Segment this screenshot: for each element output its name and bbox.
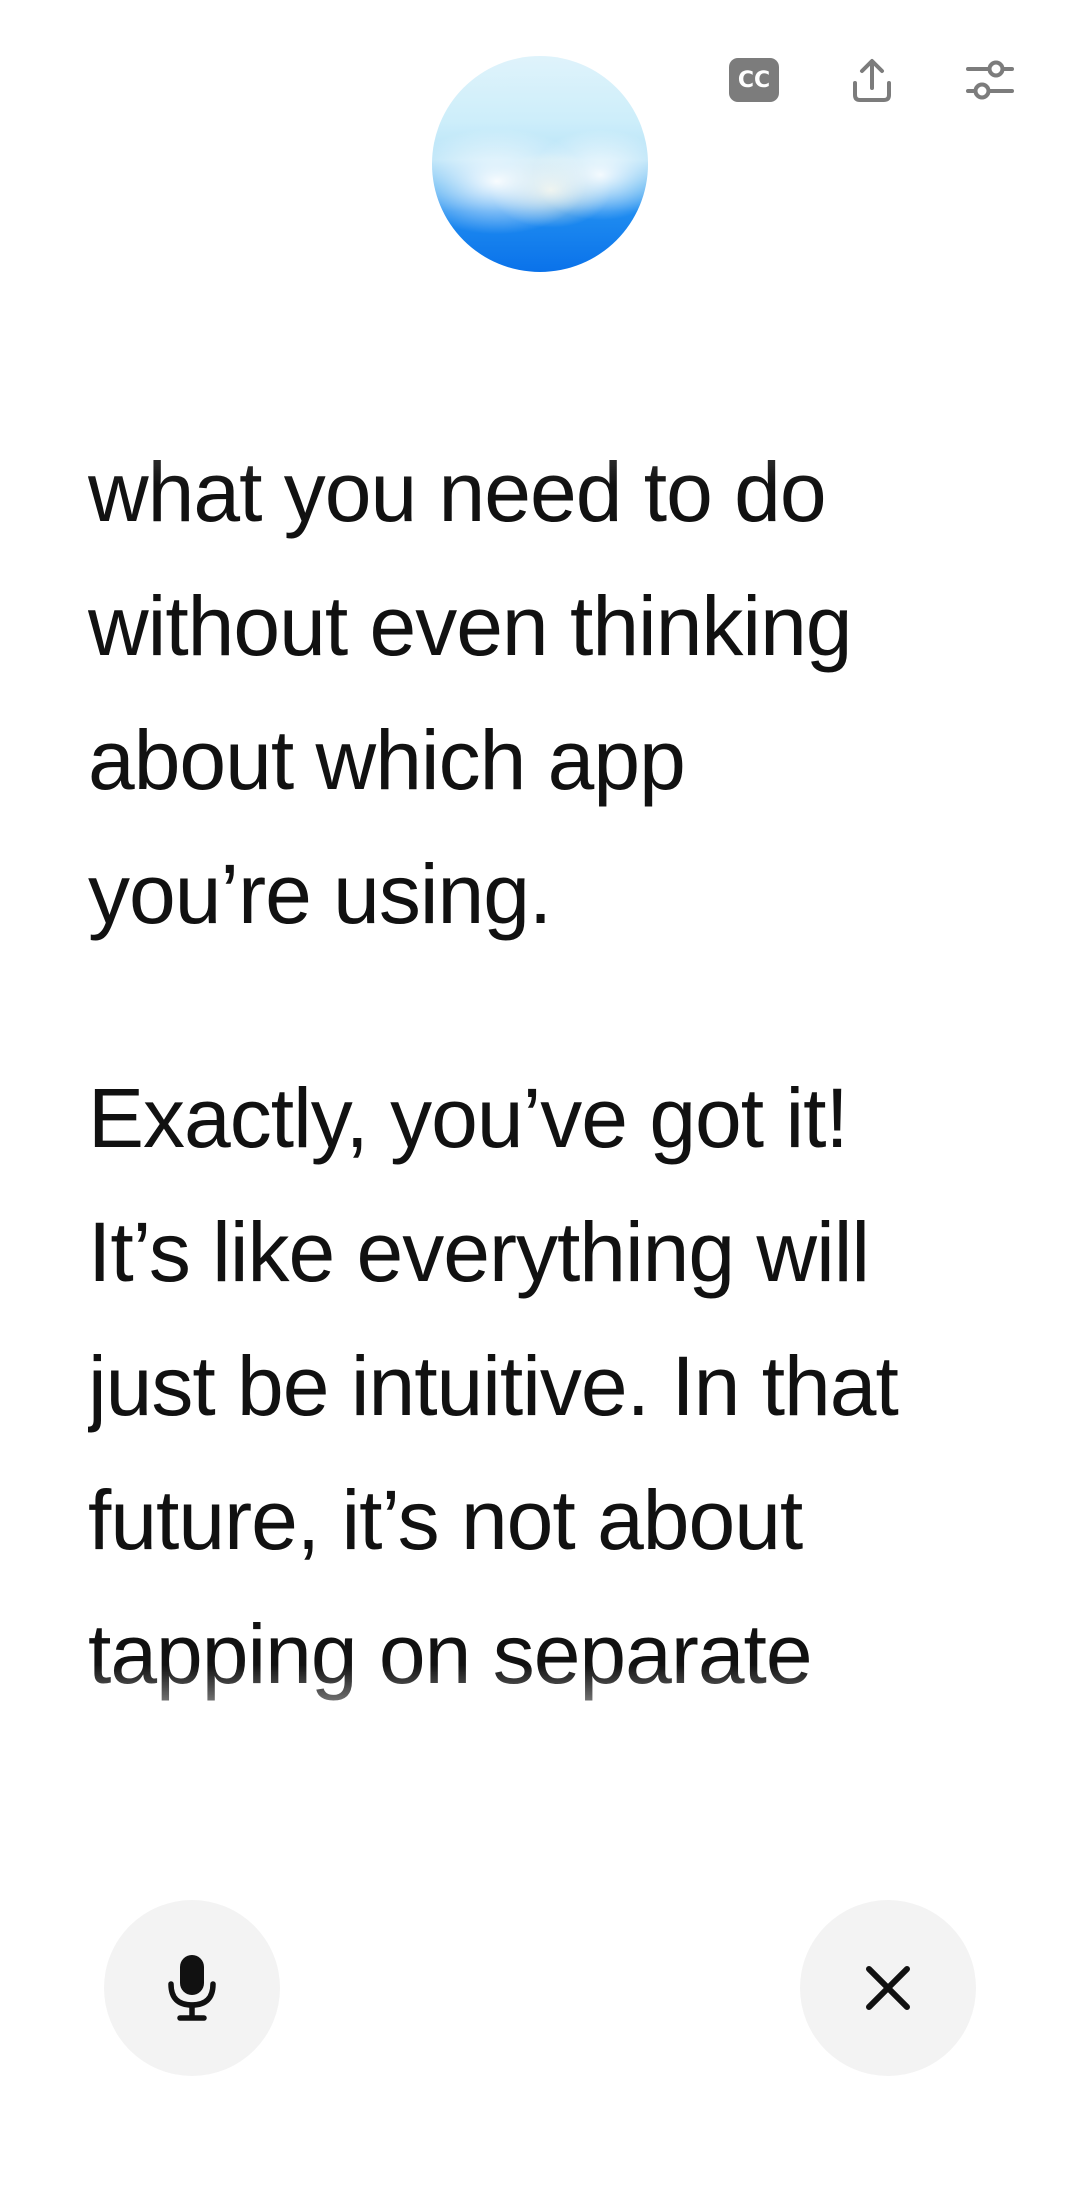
transcript-paragraph: Exactly, you’ve got it! It’s like everyt…: [88, 1071, 899, 1755]
captions-label: CC: [737, 67, 771, 93]
voice-orb: [432, 56, 648, 272]
microphone-button[interactable]: [104, 1900, 280, 2076]
closed-captions-icon: CC: [729, 58, 779, 102]
share-button[interactable]: [846, 54, 898, 106]
transcript-paragraph: what you need to do without even thinkin…: [88, 445, 853, 941]
captions-button[interactable]: CC: [728, 54, 780, 106]
top-toolbar: CC: [728, 54, 1016, 106]
voice-chat-screen: CC what you need to do without even thin…: [0, 0, 1080, 2199]
transcript: what you need to do without even thinkin…: [88, 425, 1008, 1755]
close-button[interactable]: [800, 1900, 976, 2076]
sliders-icon: [966, 60, 1014, 100]
microphone-icon: [168, 1955, 216, 2021]
close-icon: [866, 1966, 910, 2010]
settings-button[interactable]: [964, 54, 1016, 106]
share-icon: [853, 59, 891, 102]
